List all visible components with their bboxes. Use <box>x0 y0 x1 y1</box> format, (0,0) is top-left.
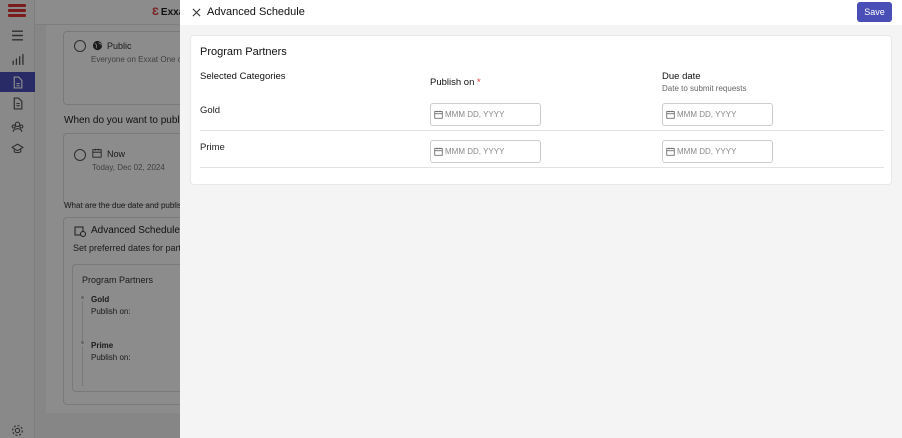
date-placeholder: MMM DD, YYYY <box>445 147 505 156</box>
drawer-title: Advanced Schedule <box>207 6 305 18</box>
panel-title: Program Partners <box>200 46 287 58</box>
column-header-publish: Publish on * <box>430 77 481 88</box>
required-mark: * <box>477 77 481 88</box>
date-placeholder: MMM DD, YYYY <box>677 147 737 156</box>
calendar-icon <box>666 147 675 156</box>
calendar-icon <box>434 147 443 156</box>
calendar-icon <box>434 110 443 119</box>
date-placeholder: MMM DD, YYYY <box>445 110 505 119</box>
save-button[interactable]: Save <box>857 2 892 22</box>
close-icon[interactable] <box>190 6 202 18</box>
advanced-schedule-drawer: Advanced Schedule Save Program Partners … <box>180 0 902 438</box>
row-divider <box>200 130 884 131</box>
category-label: Prime <box>200 142 225 153</box>
column-header-due: Due date <box>662 71 701 82</box>
program-partners-panel: Program Partners Selected Categories Pub… <box>190 35 892 185</box>
calendar-icon <box>666 110 675 119</box>
publish-date-input[interactable]: MMM DD, YYYY <box>430 140 541 163</box>
publish-date-input[interactable]: MMM DD, YYYY <box>430 103 541 126</box>
column-header-categories: Selected Categories <box>200 71 286 82</box>
due-date-input[interactable]: MMM DD, YYYY <box>662 140 773 163</box>
date-placeholder: MMM DD, YYYY <box>677 110 737 119</box>
due-subtitle: Date to submit requests <box>662 84 747 93</box>
category-label: Gold <box>200 105 221 116</box>
publish-header-label: Publish on <box>430 77 475 88</box>
due-date-input[interactable]: MMM DD, YYYY <box>662 103 773 126</box>
drawer-header: Advanced Schedule Save <box>180 0 902 25</box>
row-divider <box>200 167 884 168</box>
